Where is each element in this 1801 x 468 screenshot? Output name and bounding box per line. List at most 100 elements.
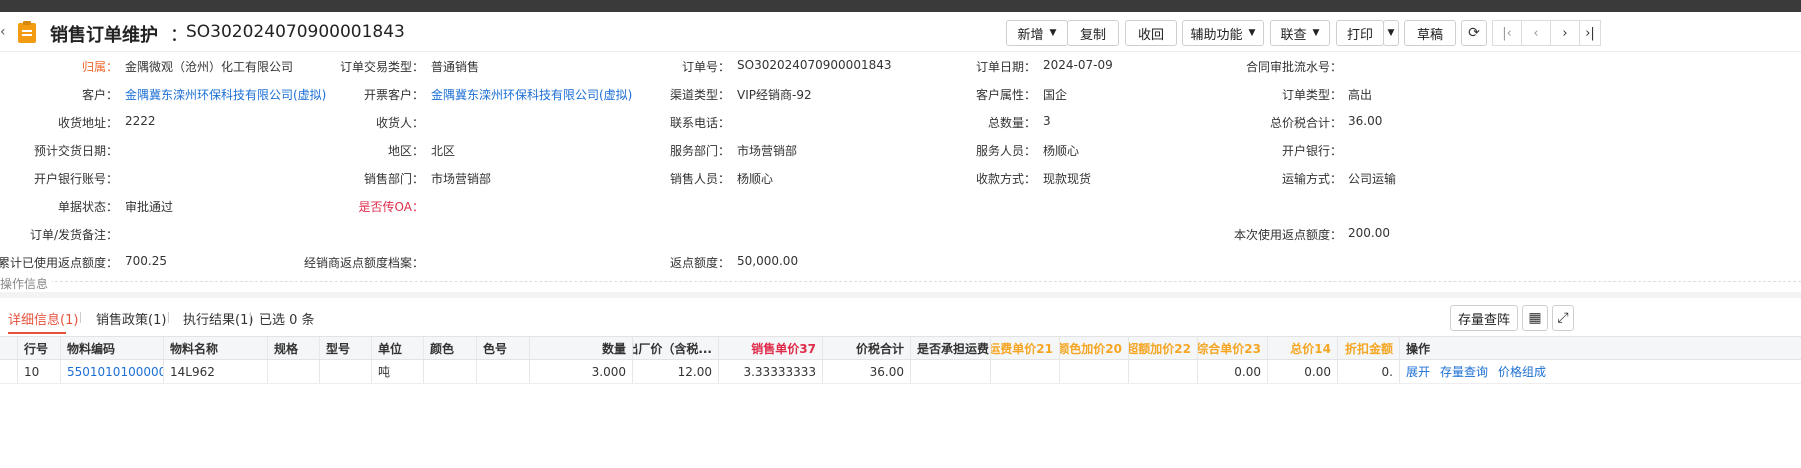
col-unit[interactable]: 单位 (372, 337, 424, 359)
col-material-code[interactable]: 物料编码 (61, 337, 164, 359)
rebate-used-now-label: 本次使用返点额度： (1233, 228, 1342, 242)
col-material-name[interactable]: 物料名称 (164, 337, 268, 359)
ops-info-section-title[interactable]: 操作信息 (0, 275, 53, 292)
col-factory-price[interactable]: 出厂价（含税... (633, 337, 719, 359)
grid-layout-icon[interactable]: ▦ (1522, 305, 1548, 331)
col-total-price[interactable]: 总价14 (1268, 337, 1338, 359)
back-arrow-icon[interactable]: ‹ (0, 24, 6, 40)
col-line-no[interactable]: 行号 (18, 337, 61, 359)
phone-label: 联系电话： (669, 116, 730, 130)
bank-label: 开户银行： (1281, 144, 1342, 158)
order-no-label: 订单号： (681, 60, 730, 74)
print-button[interactable]: 打印 (1336, 20, 1384, 46)
cell-color-no (477, 360, 530, 383)
total-tax-label: 总价税合计： (1269, 116, 1342, 130)
table-header: 行号 物料编码 物料名称 规格 型号 单位 颜色 色号 数量 出厂价（含税...… (0, 336, 1801, 360)
field-receiver: 收货人： (300, 114, 600, 134)
service-dept-value: 市场营销部 (737, 144, 798, 158)
col-discount[interactable]: 折扣金额 (1338, 337, 1400, 359)
col-freight-bear[interactable]: 是否承担运费 (911, 337, 991, 359)
sales-dept-label: 销售部门： (363, 172, 424, 186)
recall-button-label: 收回 (1137, 27, 1164, 43)
prev-page-icon[interactable]: ‹ (1521, 20, 1551, 46)
print-dropdown-button[interactable]: ▼ (1383, 20, 1399, 46)
field-invoice-customer: 开票客户： 金隅冀东滦州环保科技有限公司(虚拟) (300, 86, 632, 106)
chevron-down-icon: ▼ (1312, 28, 1320, 38)
service-person-label: 服务人员： (975, 144, 1036, 158)
total-qty-value: 3 (1043, 114, 1051, 128)
cell-color-add (1060, 360, 1129, 383)
col-freight-price[interactable]: 运费单价21 (991, 337, 1060, 359)
cell-freight-bear (911, 360, 991, 383)
stock-query-button[interactable]: 存量查阵 (1450, 305, 1518, 331)
dealer-rebate-file-label: 经销商返点额度档案： (303, 256, 424, 270)
service-dept-label: 服务部门： (669, 144, 730, 158)
service-person-value: 杨顺心 (1043, 144, 1080, 158)
field-dealer-rebate-file: 经销商返点额度档案： (300, 254, 600, 274)
ship-address-value: 2222 (125, 114, 156, 128)
region-label: 地区： (387, 144, 424, 158)
doc-status-label: 单据状态： (57, 200, 118, 214)
trade-type-value: 普通销售 (431, 60, 480, 74)
col-color-add[interactable]: 颜色加价20 (1060, 337, 1129, 359)
field-channel-type: 渠道类型： VIP经销商-92 (600, 86, 900, 106)
payment-label: 收款方式： (975, 172, 1036, 186)
cell-unit-price: 3.33333333 (719, 360, 823, 383)
tab-exec-result[interactable]: 执行结果(1) (183, 309, 253, 328)
ship-address-label: 收货地址： (57, 116, 118, 130)
col-model[interactable]: 型号 (320, 337, 372, 359)
detail-tabs: 详细信息(1) 销售政策(1) 执行结果(1) 已选 0 条 存量查阵 ▦ ⤢ (0, 298, 1801, 335)
field-contract-flow: 合同审批流水号： (1200, 58, 1500, 78)
last-page-icon[interactable]: ›| (1579, 20, 1601, 46)
stock-query-link[interactable]: 存量查询 (1440, 363, 1488, 380)
field-ship-address: 收货地址： 2222 (0, 114, 300, 134)
field-sales-dept: 销售部门： 市场营销部 (300, 170, 600, 190)
col-color-no[interactable]: 色号 (477, 337, 530, 359)
section-divider (30, 281, 1801, 282)
field-customer-attr: 客户属性： 国企 (900, 86, 1200, 106)
doc-status-value: 审批通过 (125, 200, 174, 214)
draft-button[interactable]: 草稿 (1404, 20, 1456, 46)
cell-excess-add (1129, 360, 1198, 383)
channel-type-value: VIP经销商-92 (737, 88, 812, 102)
customer-attr-value: 国企 (1043, 88, 1068, 102)
page-header: ‹ 销售订单维护 ： SO302024070900001843 新增 ▼ 复制 收… (0, 12, 1801, 52)
query-button-label: 联查 (1280, 27, 1307, 43)
field-belong: 归属： 金隅微观（沧州）化工有限公司 (0, 58, 300, 78)
new-button[interactable]: 新增 ▼ (1006, 20, 1068, 46)
cell-total-price: 0.00 (1268, 360, 1338, 383)
contract-flow-label: 合同审批流水号： (1245, 60, 1342, 74)
cell-factory-price: 12.00 (633, 360, 719, 383)
first-page-icon[interactable]: |‹ (1492, 20, 1522, 46)
customer-link[interactable]: 金隅冀东滦州环保科技有限公司(虚拟) (125, 86, 326, 103)
col-unit-price[interactable]: 销售单价37 (719, 337, 823, 359)
tab-detail-info[interactable]: 详细信息(1) (8, 309, 78, 328)
field-bank: 开户银行： (1200, 142, 1500, 162)
field-rebate-quota: 返点额度： 50,000.00 (600, 254, 900, 274)
expand-link[interactable]: 展开 (1406, 363, 1430, 380)
cell-material-code[interactable]: 55010101000002 (61, 360, 164, 383)
query-button[interactable]: 联查 ▼ (1270, 20, 1330, 46)
next-page-icon[interactable]: › (1550, 20, 1580, 46)
recall-button[interactable]: 收回 (1125, 20, 1177, 46)
field-payment: 收款方式： 现款现货 (900, 170, 1200, 190)
fullscreen-icon[interactable]: ⤢ (1552, 305, 1574, 331)
refresh-icon[interactable]: ⟳ (1461, 20, 1487, 46)
header-checkbox-col (0, 337, 18, 359)
field-oa: 是否传OA： (300, 198, 600, 218)
col-composite-price[interactable]: 综合单价23 (1198, 337, 1268, 359)
col-spec[interactable]: 规格 (268, 337, 320, 359)
col-qty[interactable]: 数量 (530, 337, 633, 359)
copy-button[interactable]: 复制 (1067, 20, 1119, 46)
tab-sales-policy[interactable]: 销售政策(1) (96, 309, 166, 328)
col-total[interactable]: 价税合计 (823, 337, 911, 359)
col-excess-add[interactable]: 超额加价22 (1129, 337, 1198, 359)
customer-attr-label: 客户属性： (975, 88, 1036, 102)
price-composition-link[interactable]: 价格组成 (1498, 363, 1546, 380)
receiver-label: 收货人： (375, 116, 424, 130)
table-row[interactable]: 10 55010101000002 14L962 吨 3.000 12.00 3… (0, 360, 1801, 384)
assist-function-button[interactable]: 辅助功能 ▼ (1182, 20, 1264, 46)
cell-discount: 0. (1338, 360, 1400, 383)
cell-color (424, 360, 477, 383)
col-color[interactable]: 颜色 (424, 337, 477, 359)
